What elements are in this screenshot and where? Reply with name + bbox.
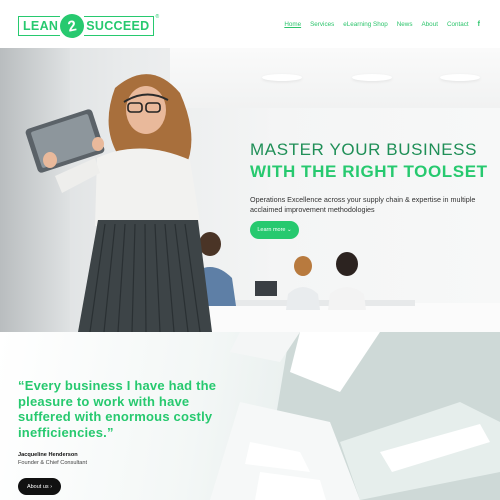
nav-elearning-shop[interactable]: eLearning Shop	[343, 21, 387, 28]
nav-news[interactable]: News	[397, 21, 413, 28]
logo[interactable]: LEAN 2 SUCCEED ®	[18, 11, 160, 41]
hero-section: MASTER YOUR BUSINESS WITH THE RIGHT TOOL…	[0, 48, 500, 332]
hero-description: Operations Excellence across your supply…	[250, 195, 476, 214]
logo-text-right: SUCCEED	[84, 16, 155, 36]
logo-trademark: ®	[155, 14, 160, 20]
nav-services[interactable]: Services	[310, 21, 334, 28]
hero-text-block: MASTER YOUR BUSINESS WITH THE RIGHT TOOL…	[250, 140, 490, 215]
testimonial-role: Founder & Chief Consultant	[18, 460, 88, 466]
testimonial-section: “Every business I have had the pleasure …	[0, 332, 500, 500]
learn-more-button[interactable]: Learn more ⌄	[250, 221, 299, 239]
logo-badge: 2	[58, 11, 87, 41]
testimonial-quote: “Every business I have had the pleasure …	[18, 378, 217, 440]
main-nav: Home Services eLearning Shop News About …	[284, 21, 480, 28]
nav-contact[interactable]: Contact	[447, 21, 469, 28]
logo-text-left: LEAN	[18, 16, 61, 36]
nav-home[interactable]: Home	[284, 21, 301, 28]
nav-about[interactable]: About	[421, 21, 437, 28]
site-header: LEAN 2 SUCCEED ® Home Services eLearning…	[0, 0, 500, 48]
testimonial-author: Jacqueline Henderson	[18, 452, 78, 458]
about-us-button[interactable]: About us ›	[18, 478, 61, 495]
hero-title-line1: MASTER YOUR BUSINESS	[250, 140, 478, 159]
facebook-icon[interactable]: f	[478, 21, 480, 28]
hero-title-line2: WITH THE RIGHT TOOLSET	[250, 162, 488, 181]
